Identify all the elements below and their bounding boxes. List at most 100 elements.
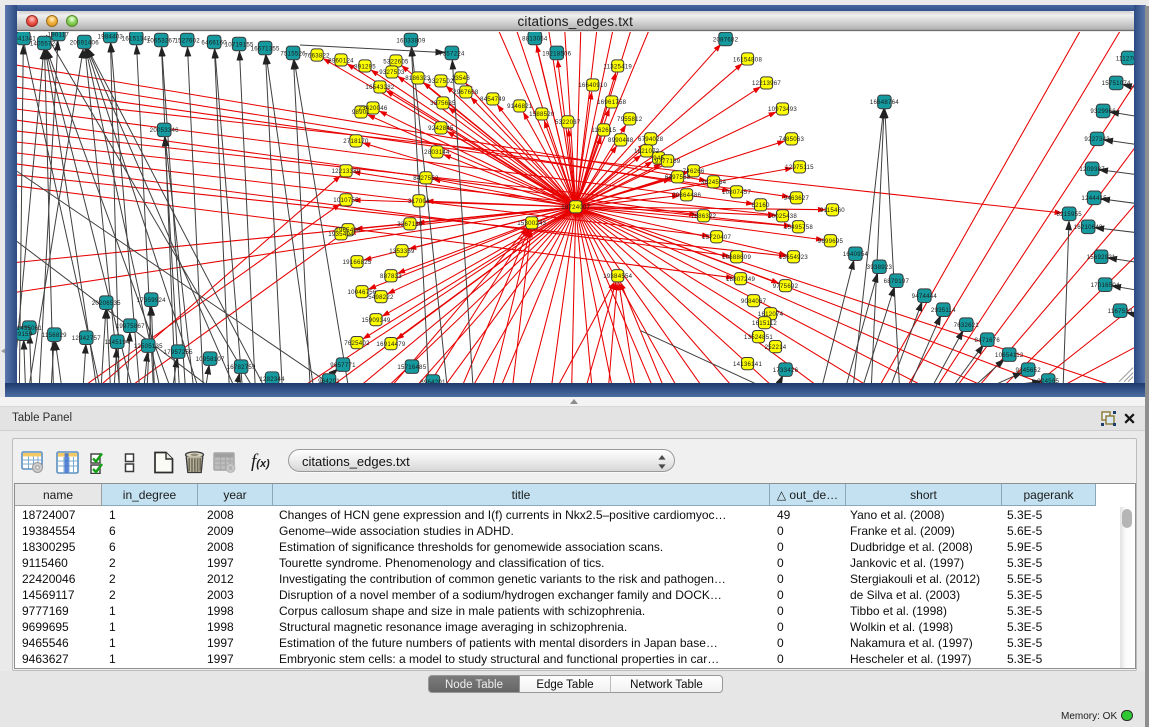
svg-text:1156829: 1156829 (41, 331, 66, 338)
svg-text:9115460: 9115460 (819, 207, 844, 214)
svg-text:12942757: 12942757 (71, 334, 100, 341)
svg-text:15495758: 15495758 (783, 224, 812, 231)
svg-text:1527602: 1527602 (174, 37, 200, 44)
svg-text:3267130: 3267130 (397, 221, 423, 228)
svg-text:10688609: 10688609 (722, 254, 751, 261)
svg-text:20053346: 20053346 (149, 127, 178, 134)
svg-text:252214: 252214 (764, 343, 786, 350)
svg-text:16033809: 16033809 (396, 37, 425, 44)
svg-text:1162615: 1162615 (591, 127, 616, 134)
svg-text:16640910: 16640910 (578, 82, 607, 89)
svg-text:6879197: 6879197 (883, 278, 909, 285)
svg-text:1282344: 1282344 (259, 375, 285, 382)
svg-text:1167533: 1167533 (1107, 307, 1132, 314)
svg-text:891295: 891295 (354, 63, 376, 70)
svg-text:10973493: 10973493 (767, 106, 796, 113)
svg-text:1010755: 1010755 (333, 197, 359, 204)
svg-text:14136141: 14136141 (733, 360, 762, 367)
svg-text:924565: 924565 (1037, 377, 1059, 382)
svg-text:7886322: 7886322 (690, 213, 716, 220)
svg-text:9699695: 9699695 (817, 238, 843, 245)
svg-text:8215955: 8215955 (1056, 211, 1082, 218)
svg-text:23546: 23546 (451, 75, 470, 82)
svg-text:9327502: 9327502 (428, 78, 454, 85)
svg-text:18807249: 18807249 (726, 276, 755, 283)
svg-text:9657771: 9657771 (330, 361, 356, 368)
svg-text:16154808: 16154808 (733, 56, 762, 63)
svg-text:8990448: 8990448 (607, 137, 633, 144)
svg-text:39159: 39159 (17, 330, 33, 337)
svg-text:3938923: 3938923 (866, 264, 892, 271)
svg-text:1640954: 1640954 (842, 251, 868, 258)
svg-text:9146821: 9146821 (507, 103, 533, 110)
svg-text:7357224: 7357224 (439, 50, 465, 57)
svg-text:10025438: 10025438 (767, 213, 796, 220)
svg-text:10653267: 10653267 (146, 37, 175, 44)
svg-text:16914479: 16914479 (376, 340, 405, 347)
svg-text:17359924: 17359924 (136, 296, 165, 303)
svg-text:9329966: 9329966 (1090, 108, 1116, 115)
svg-text:9227343: 9227343 (1084, 136, 1110, 143)
svg-text:8471676: 8471676 (974, 336, 1000, 343)
svg-text:1145194: 1145194 (104, 338, 129, 345)
svg-text:12213389: 12213389 (331, 168, 360, 175)
svg-text:1615112: 1615112 (752, 319, 777, 326)
svg-text:10958107: 10958107 (195, 355, 224, 362)
svg-text:20206535: 20206535 (91, 299, 120, 306)
svg-text:20364486: 20364486 (672, 192, 701, 199)
svg-text:1935494: 1935494 (328, 231, 354, 238)
svg-text:13524851: 13524851 (744, 333, 773, 340)
svg-text:1612074: 1612074 (757, 310, 783, 317)
svg-text:7663822: 7663822 (304, 52, 330, 59)
svg-text:2803144: 2803144 (424, 149, 450, 156)
svg-text:1588520: 1588520 (529, 111, 555, 118)
svg-text:3624554: 3624554 (700, 179, 726, 186)
svg-text:19975867: 19975867 (115, 322, 144, 329)
svg-text:2087682: 2087682 (712, 36, 738, 43)
svg-text:964201: 964201 (318, 377, 340, 382)
svg-text:7955812: 7955812 (616, 116, 642, 123)
svg-text:9327503: 9327503 (379, 69, 405, 76)
svg-text:19384554: 19384554 (603, 273, 632, 280)
svg-text:15300243: 15300243 (517, 220, 546, 227)
svg-text:16782759: 16782759 (226, 363, 255, 370)
svg-text:5322605: 5322605 (383, 58, 409, 65)
svg-text:10654112: 10654112 (994, 351, 1023, 358)
svg-text:3875685: 3875685 (430, 100, 456, 107)
svg-text:317004: 317004 (408, 198, 430, 205)
svg-text:8813054: 8813054 (522, 35, 548, 42)
svg-text:6794028: 6794028 (637, 136, 663, 143)
svg-text:10807457: 10807457 (722, 189, 751, 196)
svg-text:19218506: 19218506 (542, 50, 571, 57)
svg-text:15716485: 15716485 (397, 363, 426, 370)
svg-text:20691406: 20691406 (69, 39, 98, 46)
svg-text:62160: 62160 (751, 202, 770, 209)
svg-text:15692921: 15692921 (1086, 254, 1115, 261)
svg-text:9775692: 9775692 (772, 283, 798, 290)
svg-text:17957255: 17957255 (163, 348, 192, 355)
svg-text:8960124: 8960124 (328, 57, 354, 64)
svg-text:15720407: 15720407 (702, 234, 731, 241)
svg-text:9777169: 9777169 (654, 158, 680, 165)
svg-text:19166825: 19166825 (342, 259, 371, 266)
svg-text:15751074: 15751074 (1101, 80, 1130, 87)
svg-text:1621072: 1621072 (633, 148, 659, 155)
svg-text:1984403: 1984403 (97, 33, 123, 40)
svg-text:190117: 190117 (47, 32, 69, 38)
svg-text:16543382: 16543382 (365, 84, 394, 91)
svg-text:8186323: 8186323 (405, 75, 431, 82)
svg-text:11325419: 11325419 (603, 63, 632, 70)
svg-text:12975115: 12975115 (785, 164, 814, 171)
svg-text:746266: 746266 (682, 168, 704, 175)
svg-text:9463627: 9463627 (783, 195, 809, 202)
svg-text:16671355: 16671355 (250, 45, 279, 52)
svg-text:9474444: 9474444 (911, 292, 937, 299)
svg-text:9245652: 9245652 (1015, 366, 1041, 373)
svg-text:2718170: 2718170 (343, 138, 369, 145)
svg-text:7625402: 7625402 (344, 339, 370, 346)
svg-text:7515526: 7515526 (280, 50, 306, 57)
svg-text:9242845: 9242845 (428, 125, 454, 132)
svg-text:12505135: 12505135 (133, 342, 162, 349)
svg-text:1733426: 1733426 (772, 366, 798, 373)
svg-text:17016504: 17016504 (1090, 282, 1119, 289)
